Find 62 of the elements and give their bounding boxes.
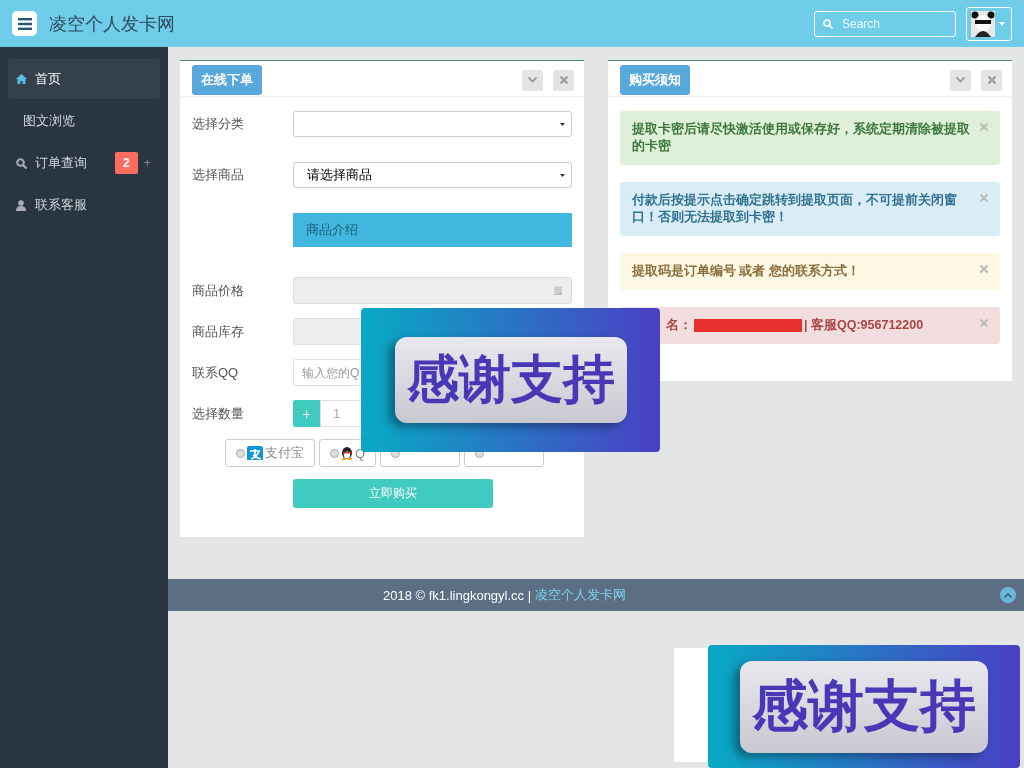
chevron-icon [1004,592,1012,598]
scroll-top-button[interactable] [1000,587,1016,603]
user-icon [16,199,27,211]
panel-title: 在线下单 [192,65,262,95]
field-label: 选择商品 [192,166,245,184]
caret-icon [999,21,1005,26]
home-icon [16,73,27,85]
notice-text: 提取卡密后请尽快激活使用或保存好，系统定期清除被提取的卡密 [632,121,971,155]
close-icon [980,319,988,327]
search-icon [16,157,27,169]
collapse-button[interactable] [522,69,543,91]
dismiss-button[interactable] [978,317,990,329]
radio-icon [330,448,339,458]
field-label: 商品价格 [192,281,245,300]
dismiss-button[interactable] [978,263,990,275]
plus-sign: + [143,156,151,170]
contact-text: | 客服QQ:956712200 [804,317,924,334]
panel-title: 购买须知 [620,65,690,95]
payment-option[interactable]: 支付宝 [225,439,315,467]
field-label: 选择分类 [192,115,245,133]
banner-text: 感谢支持 [740,660,988,753]
book-icon [553,286,563,295]
avatar-icon [971,10,995,37]
count-badge: 2 [115,152,138,174]
dismiss-button[interactable] [978,121,990,133]
field-label: 选择数量 [192,404,245,423]
field-label: 联系QQ [192,363,240,382]
alipay-icon [247,446,263,460]
menu-button[interactable] [12,11,37,36]
footer-text: 2018 © fk1.lingkongyl.cc | [383,587,532,603]
notice-text: 提取码是订单编号 或者 您的联系方式！ [632,263,860,280]
dismiss-button[interactable] [978,192,990,204]
close-icon [980,123,988,131]
close-icon [987,76,996,84]
penguin-icon [341,446,353,460]
collapse-button[interactable] [950,69,971,91]
caret-icon [560,173,565,177]
menu-icon [17,17,32,30]
user-menu-button[interactable] [966,6,1012,41]
chevron-icon [956,77,965,83]
info-bar: 商品介绍 [293,213,572,247]
sidebar-item[interactable]: 联系客服 [8,185,160,225]
radio-icon [236,448,245,458]
site-title: 凌空个人发卡网 [49,12,175,36]
select-field[interactable]: 请选择商品 [293,162,572,188]
banner-text: 感谢支持 [394,337,627,423]
close-icon [980,194,988,202]
close-icon [980,265,988,273]
close-button[interactable] [981,69,1002,91]
close-button[interactable] [553,69,574,91]
field-label: 商品库存 [192,322,245,341]
chevron-icon [528,77,537,83]
caret-icon [560,122,565,126]
notice-text: 付款后按提示点击确定跳转到提取页面，不可提前关闭窗口！否则无法提取到卡密！ [632,192,958,226]
sidebar-item[interactable]: 首页 [8,59,160,99]
search-icon [823,18,833,29]
notice-text: 名： [666,317,692,334]
search-field[interactable]: Search [814,10,956,37]
select-field[interactable] [293,111,572,137]
close-icon [559,76,568,84]
sidebar-item[interactable]: 图文浏览 [8,101,160,141]
sidebar-item[interactable]: 订单查询 2 + [8,143,160,183]
